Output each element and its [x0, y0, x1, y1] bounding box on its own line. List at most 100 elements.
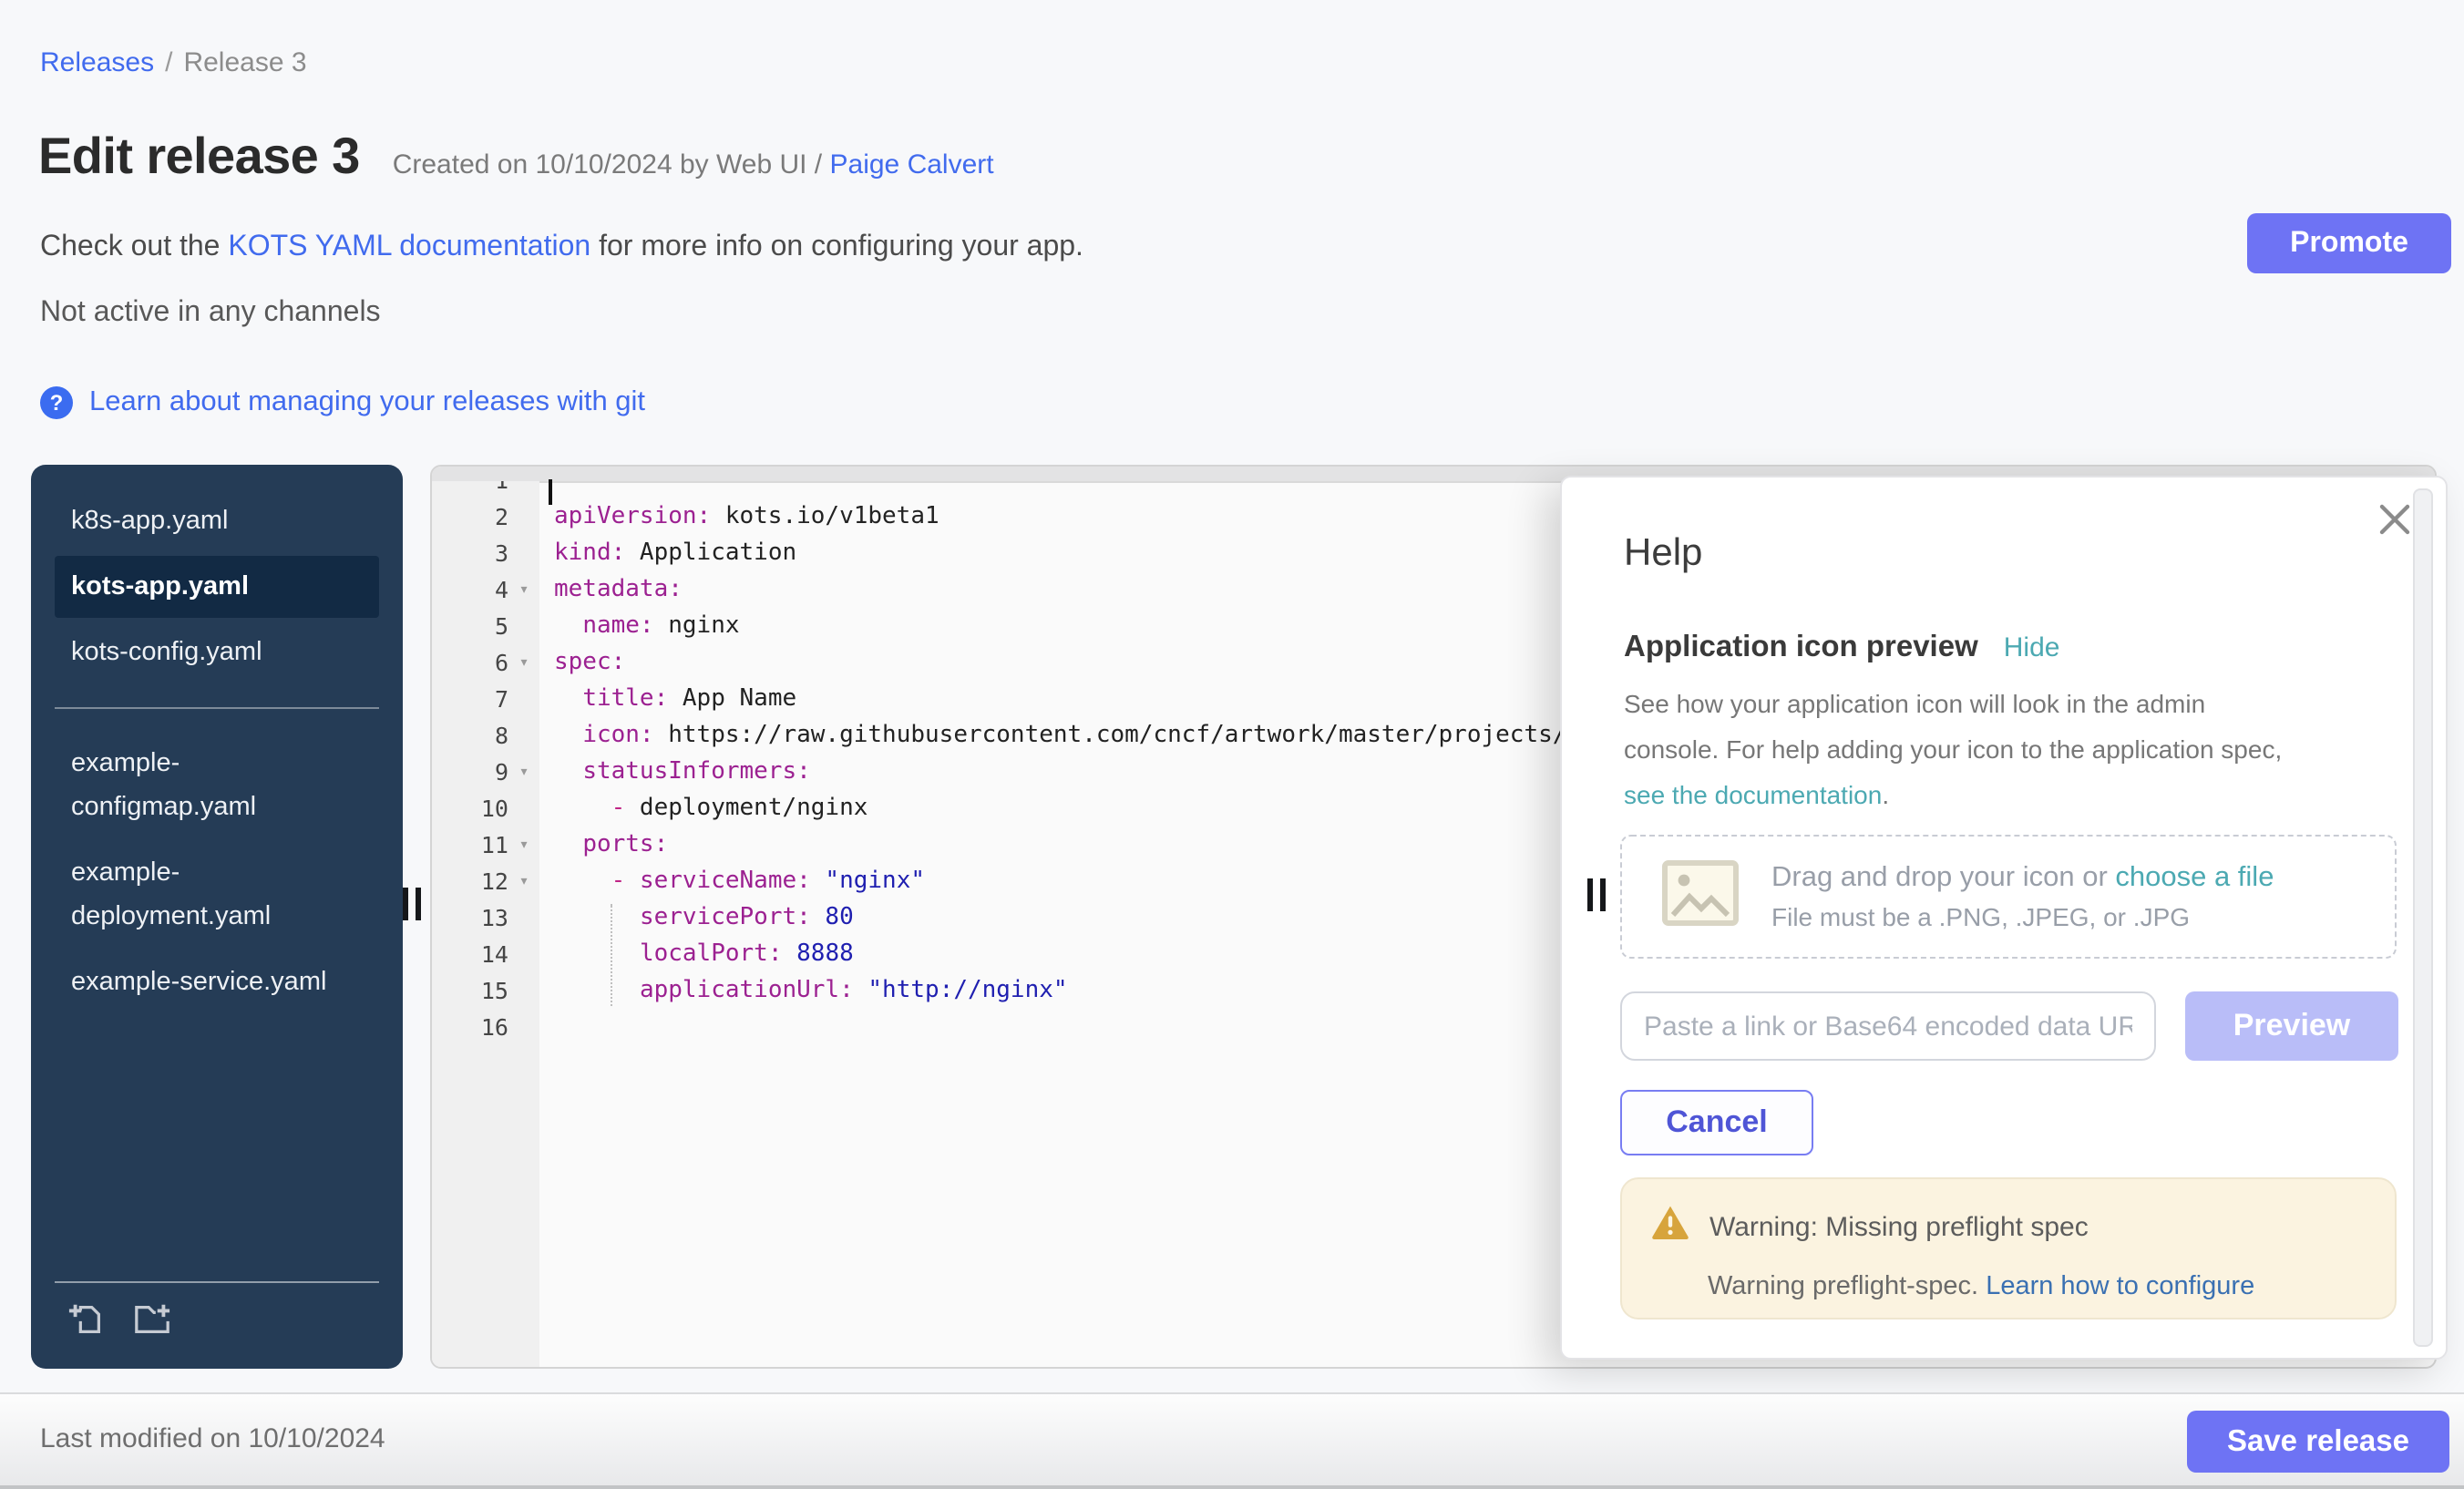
- choose-file-link[interactable]: choose a file: [2115, 862, 2274, 893]
- preview-button[interactable]: Preview: [2185, 991, 2398, 1061]
- icon-dropzone[interactable]: Drag and drop your icon or choose a file…: [1620, 835, 2397, 959]
- file-list: k8s-app.yamlkots-app.yamlkots-config.yam…: [31, 490, 403, 1013]
- help-panel-scrollbar[interactable]: [2413, 488, 2433, 1347]
- docs-hint-after: for more info on configuring your app.: [590, 231, 1083, 262]
- edit-release-screen: Releases / Release 3 Edit release 3 Create…: [0, 0, 2464, 1489]
- section-title: Application icon preview: [1624, 631, 1978, 665]
- fold-toggle-icon[interactable]: ▾: [508, 645, 539, 682]
- question-mark-icon: ?: [40, 386, 73, 419]
- fold-spacer: [508, 900, 539, 937]
- git-help-line: ? Learn about managing your releases wit…: [40, 386, 645, 419]
- line-number: 4: [432, 572, 508, 609]
- new-file-icon[interactable]: [67, 1299, 106, 1347]
- hide-link[interactable]: Hide: [2004, 632, 2060, 663]
- line-number: 3: [432, 536, 508, 572]
- see-documentation-link[interactable]: see the documentation: [1624, 780, 1882, 809]
- sidebar-file-kots-app.yaml[interactable]: kots-app.yaml: [55, 556, 379, 618]
- line-number: 16: [432, 1010, 508, 1046]
- sidebar-bottom: [31, 1281, 403, 1369]
- help-panel-resize-handle[interactable]: [1587, 878, 1606, 911]
- learn-how-to-configure-link[interactable]: Learn how to configure: [1986, 1272, 2254, 1301]
- text-cursor: [549, 479, 552, 505]
- line-number: 6: [432, 645, 508, 682]
- line-number: 11: [432, 827, 508, 864]
- preflight-warning-box: Warning: Missing preflight spec Warning …: [1620, 1177, 2397, 1320]
- fold-toggle-icon[interactable]: ▾: [508, 864, 539, 900]
- created-meta: Created on 10/10/2024 by Web UI / Paige …: [393, 149, 994, 180]
- line-number: 10: [432, 791, 508, 827]
- icon-url-row: Preview: [1620, 991, 2398, 1061]
- line-number: 7: [432, 682, 508, 718]
- fold-toggle-icon[interactable]: ▾: [508, 755, 539, 791]
- sidebar-file-k8s-app.yaml[interactable]: k8s-app.yaml: [55, 490, 379, 552]
- line-number: 2: [432, 499, 508, 536]
- icon-url-input[interactable]: [1620, 991, 2156, 1061]
- fold-spacer: [508, 481, 539, 499]
- sidebar-resize-handle[interactable]: [403, 888, 421, 920]
- fold-spacer: [508, 973, 539, 1010]
- warning-body-text: Warning preflight-spec.: [1708, 1272, 1986, 1301]
- sidebar-file-example-service.yaml[interactable]: example-service.yaml: [55, 951, 379, 1013]
- breadcrumb-separator: /: [165, 47, 172, 78]
- sidebar-file-example-deployment.yaml[interactable]: example-deployment.yaml: [55, 842, 379, 948]
- fold-spacer: [508, 1010, 539, 1046]
- title-row: Edit release 3 Created on 10/10/2024 by …: [38, 128, 994, 186]
- line-number: 15: [432, 973, 508, 1010]
- created-by-link[interactable]: Paige Calvert: [830, 149, 994, 180]
- code-line-text: localPort: 8888: [539, 937, 854, 973]
- code-line-text: - serviceName: "nginx": [539, 864, 925, 900]
- git-releases-help-link[interactable]: Learn about managing your releases with …: [89, 386, 645, 419]
- breadcrumb-current: Release 3: [183, 47, 306, 78]
- workspace: k8s-app.yamlkots-app.yamlkots-config.yam…: [0, 465, 2464, 1369]
- code-line-text: title: App Name: [539, 682, 796, 718]
- image-placeholder-icon: [1662, 859, 1739, 934]
- promote-button[interactable]: Promote: [2247, 213, 2451, 273]
- line-number: 5: [432, 609, 508, 645]
- code-line-text: applicationUrl: "http://nginx": [539, 973, 1068, 1010]
- code-line-text: spec:: [539, 645, 625, 682]
- sidebar-file-example-configmap.yaml[interactable]: example-configmap.yaml: [55, 733, 379, 838]
- indent-guide: [611, 904, 612, 1006]
- warning-title: Warning: Missing preflight spec: [1709, 1211, 2089, 1242]
- sidebar-file-kots-config.yaml[interactable]: kots-config.yaml: [55, 621, 379, 683]
- close-icon[interactable]: [2373, 499, 2417, 543]
- line-number: 14: [432, 937, 508, 973]
- breadcrumb-releases-link[interactable]: Releases: [40, 47, 154, 78]
- line-number: 1: [432, 481, 508, 499]
- kots-yaml-docs-link[interactable]: KOTS YAML documentation: [228, 231, 590, 262]
- warning-body: Warning preflight-spec. Learn how to con…: [1708, 1272, 2366, 1301]
- docs-hint-before: Check out the: [40, 231, 228, 262]
- cancel-button[interactable]: Cancel: [1620, 1090, 1813, 1155]
- code-line-text: apiVersion: kots.io/v1beta1: [539, 499, 939, 536]
- fold-spacer: [508, 937, 539, 973]
- help-panel: Help Application icon preview Hide See h…: [1560, 476, 2448, 1360]
- fold-spacer: [508, 536, 539, 572]
- description-text: See how your application icon will look …: [1624, 689, 2282, 764]
- fold-spacer: [508, 609, 539, 645]
- dropzone-file-types: File must be a .PNG, .JPEG, or .JPG: [1771, 902, 2274, 931]
- code-line-text: metadata:: [539, 572, 683, 609]
- fold-spacer: [508, 499, 539, 536]
- save-release-button[interactable]: Save release: [2187, 1411, 2449, 1473]
- description-period: .: [1882, 780, 1889, 809]
- docs-hint-line: Check out the KOTS YAML documentation fo…: [40, 231, 1083, 264]
- last-modified-text: Last modified on 10/10/2024: [40, 1423, 385, 1454]
- code-line-text: - deployment/nginx: [539, 791, 868, 827]
- icon-preview-section-header: Application icon preview Hide: [1624, 631, 2059, 665]
- dropzone-text: Drag and drop your icon or choose a file…: [1771, 862, 2274, 931]
- icon-preview-description: See how your application icon will look …: [1624, 682, 2302, 818]
- breadcrumb: Releases / Release 3: [40, 47, 307, 78]
- code-line-text: statusInformers:: [539, 755, 811, 791]
- file-sidebar: k8s-app.yamlkots-app.yamlkots-config.yam…: [31, 465, 403, 1369]
- warning-triangle-icon: [1651, 1205, 1689, 1248]
- fold-spacer: [508, 718, 539, 755]
- fold-spacer: [508, 682, 539, 718]
- footer-bar: Last modified on 10/10/2024 Save release: [0, 1392, 2464, 1489]
- code-line-text: name: nginx: [539, 609, 740, 645]
- code-line-text: ports:: [539, 827, 668, 864]
- channel-status: Not active in any channels: [40, 297, 381, 330]
- code-line-text: kind: Application: [539, 536, 796, 572]
- new-folder-icon[interactable]: [131, 1299, 173, 1347]
- fold-toggle-icon[interactable]: ▾: [508, 827, 539, 864]
- fold-toggle-icon[interactable]: ▾: [508, 572, 539, 609]
